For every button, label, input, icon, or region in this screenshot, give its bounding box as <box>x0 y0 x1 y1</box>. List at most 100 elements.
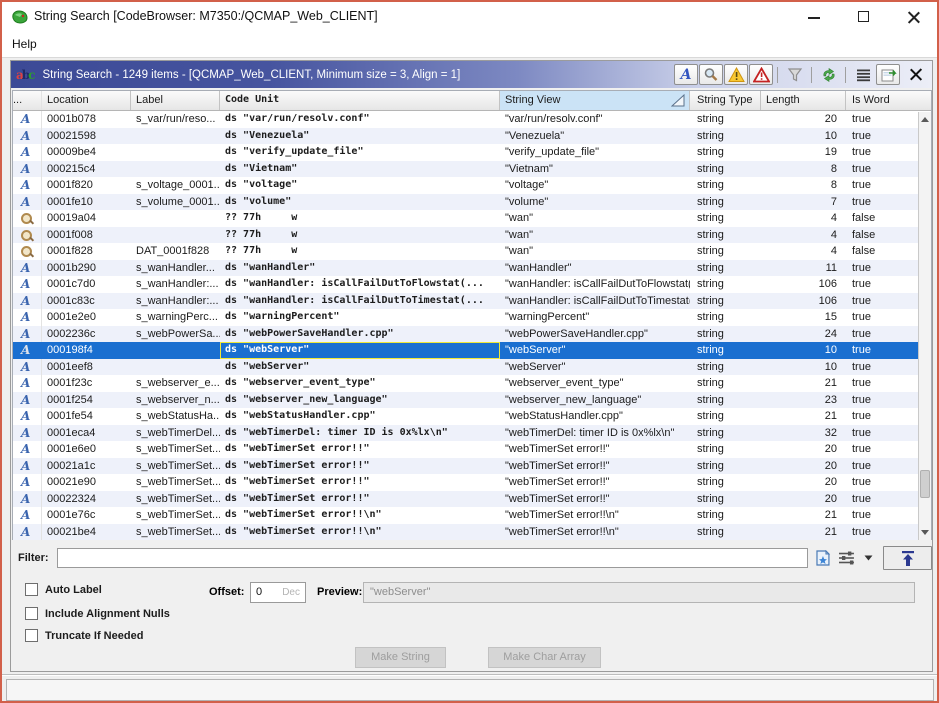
scrollbar-down-arrow[interactable] <box>919 525 931 540</box>
truncate-if-needed-checkbox[interactable] <box>25 629 38 642</box>
cell-string-view: "wan" <box>500 243 690 260</box>
make-char-array-button[interactable]: Make Char Array <box>488 647 601 668</box>
table-row[interactable]: 00021be4s_webTimerSet...ds "webTimerSet … <box>13 524 920 541</box>
cell-code-unit: ds "webTimerSet error!!" <box>220 474 500 491</box>
table-row[interactable]: 000215c4ds "Vietnam""Vietnam"string8true <box>13 161 920 178</box>
table-row[interactable]: 0001c7d0s_wanHandler:...ds "wanHandler: … <box>13 276 920 293</box>
magnifier-icon <box>703 67 719 83</box>
cell-code-unit: ds "webStatusHandler.cpp" <box>220 408 500 425</box>
table-row[interactable]: 00021e90s_webTimerSet...ds "webTimerSet … <box>13 474 920 491</box>
search-options-button[interactable] <box>699 64 723 85</box>
table-row[interactable]: 000198f4ds "webServer""webServer"string1… <box>13 342 920 359</box>
table-row[interactable]: 0001f254s_webserver_n...ds "webserver_ne… <box>13 392 920 409</box>
table-row[interactable]: 0001c83cs_wanHandler:...ds "wanHandler: … <box>13 293 920 310</box>
scroll-to-top-button[interactable] <box>883 546 932 570</box>
panel-close-button[interactable] <box>904 64 928 85</box>
show-errors-button[interactable] <box>749 64 773 85</box>
caret-down-icon[interactable] <box>864 555 873 561</box>
table-row[interactable]: 0001e2e0s_warningPerc...ds "warningPerce… <box>13 309 920 326</box>
menu-help[interactable]: Help <box>2 32 47 51</box>
create-snapshot-button[interactable] <box>876 64 900 85</box>
column-header-label[interactable]: Label <box>131 91 220 110</box>
column-header-string-view[interactable]: String View <box>500 91 690 110</box>
cell-code-unit: ds "webTimerSet error!!" <box>220 441 500 458</box>
table-options-button[interactable] <box>851 64 875 85</box>
column-header-icon[interactable]: ... <box>13 91 42 110</box>
filter-settings-sliders-icon[interactable] <box>838 550 858 566</box>
clear-filter-icon[interactable] <box>814 549 832 567</box>
cell-string-type: string <box>690 194 761 211</box>
magnifier-row-icon <box>13 243 42 260</box>
maximize-button[interactable] <box>849 2 879 32</box>
column-header-location[interactable]: Location <box>42 91 131 110</box>
table-row[interactable]: 00021a1cs_webTimerSet...ds "webTimerSet … <box>13 458 920 475</box>
cell-label: s_wanHandler... <box>131 260 220 277</box>
refresh-button[interactable] <box>817 64 841 85</box>
cell-string-view: "webStatusHandler.cpp" <box>500 408 690 425</box>
cell-code-unit: ds "Venezuela" <box>220 128 500 145</box>
italic-a-icon: A <box>681 67 692 83</box>
auto-label-checkbox[interactable] <box>25 583 38 596</box>
cell-is-word: true <box>846 375 920 392</box>
filter-row: Filter: <box>11 545 932 571</box>
close-button[interactable] <box>899 2 929 32</box>
column-header-length[interactable]: Length <box>761 91 846 110</box>
cell-label <box>131 161 220 178</box>
table-row[interactable]: 0001e76cs_webTimerSet...ds "webTimerSet … <box>13 507 920 524</box>
cell-location: 0001eef8 <box>42 359 131 376</box>
filter-input[interactable] <box>57 548 809 568</box>
table-row[interactable]: 0001fe10s_volume_0001...ds "volume""volu… <box>13 194 920 211</box>
table-row[interactable]: 00022324s_webTimerSet...ds "webTimerSet … <box>13 491 920 508</box>
table-row[interactable]: 0001fe54s_webStatusHa...ds "webStatusHan… <box>13 408 920 425</box>
cell-length: 4 <box>761 243 846 260</box>
table-row[interactable]: 0001f828DAT_0001f828?? 77h w"wan"string4… <box>13 243 920 260</box>
cell-code-unit: ds "webTimerSet error!!\n" <box>220 507 500 524</box>
cell-string-type: string <box>690 507 761 524</box>
string-letter-icon <box>13 458 42 475</box>
include-alignment-nulls-checkbox[interactable] <box>25 607 38 620</box>
cell-string-view: "webServer" <box>500 342 690 359</box>
filter-button[interactable] <box>783 64 807 85</box>
cell-string-type: string <box>690 128 761 145</box>
table-row[interactable]: 00019a04?? 77h w"wan"string4false <box>13 210 920 227</box>
table-row[interactable]: 0001eef8ds "webServer""webServer"string1… <box>13 359 920 376</box>
cell-label: s_var/run/reso... <box>131 111 220 128</box>
string-letter-icon <box>13 375 42 392</box>
table-row[interactable]: 0001e6e0s_webTimerSet...ds "webTimerSet … <box>13 441 920 458</box>
cell-location: 0001f828 <box>42 243 131 260</box>
cell-string-view: "webTimerSet error!!" <box>500 491 690 508</box>
table-row[interactable]: 0001b290s_wanHandler...ds "wanHandler""w… <box>13 260 920 277</box>
table-row[interactable]: 00009be4ds "verify_update_file""verify_u… <box>13 144 920 161</box>
cell-length: 32 <box>761 425 846 442</box>
show-warnings-button[interactable] <box>724 64 748 85</box>
cell-is-word: true <box>846 359 920 376</box>
truncate-if-needed-checkbox-row[interactable]: Truncate If Needed <box>25 629 143 642</box>
offset-field[interactable]: 0 Dec <box>250 582 306 603</box>
column-header-is-word[interactable]: Is Word <box>846 91 920 110</box>
scrollbar-thumb[interactable] <box>920 470 930 498</box>
cell-string-view: "var/run/resolv.conf" <box>500 111 690 128</box>
make-string-button[interactable]: Make String <box>355 647 446 668</box>
scrollbar-up-arrow[interactable] <box>919 112 931 127</box>
vertical-scrollbar[interactable] <box>918 112 931 540</box>
include-alignment-nulls-checkbox-row[interactable]: Include Alignment Nulls <box>25 607 170 620</box>
table-row[interactable]: 0001eca4s_webTimerDel...ds "webTimerDel:… <box>13 425 920 442</box>
cell-code-unit: ds "webTimerSet error!!" <box>220 491 500 508</box>
up-triangle-icon <box>921 117 929 122</box>
table-row[interactable]: 0001f23cs_webserver_e...ds "webserver_ev… <box>13 375 920 392</box>
table-row[interactable]: 00021598ds "Venezuela""Venezuela"string1… <box>13 128 920 145</box>
table-row[interactable]: 0001f008?? 77h w"wan"string4false <box>13 227 920 244</box>
column-header-string-type[interactable]: String Type <box>690 91 761 110</box>
minimize-button[interactable] <box>799 2 829 32</box>
table-row[interactable]: 0001b078s_var/run/reso...ds "var/run/res… <box>13 111 920 128</box>
string-display-options-button[interactable]: A <box>674 64 698 85</box>
auto-label-checkbox-row[interactable]: Auto Label <box>25 583 102 596</box>
cell-location: 0001f23c <box>42 375 131 392</box>
table-row[interactable]: 0002236cs_webPowerSa...ds "webPowerSaveH… <box>13 326 920 343</box>
cell-label: s_volume_0001... <box>131 194 220 211</box>
table-row[interactable]: 0001f820s_voltage_0001...ds "voltage""vo… <box>13 177 920 194</box>
cell-code-unit: ds "volume" <box>220 194 500 211</box>
cell-string-view: "wan" <box>500 227 690 244</box>
column-header-code-unit[interactable]: Code Unit <box>220 91 500 110</box>
cell-label: s_webTimerSet... <box>131 507 220 524</box>
